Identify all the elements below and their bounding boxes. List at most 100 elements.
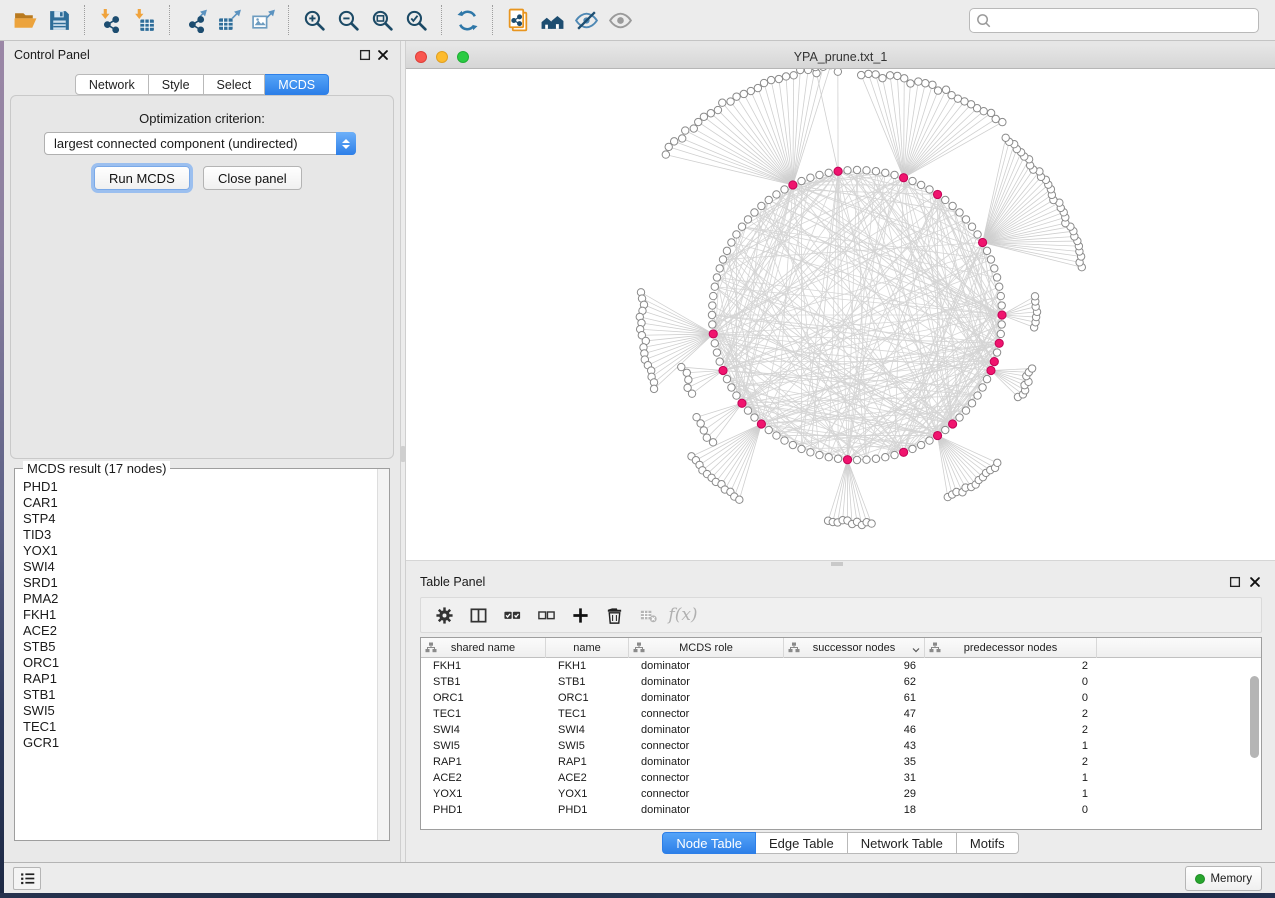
network-graph[interactable] bbox=[406, 69, 1275, 560]
save-session-icon bbox=[47, 8, 72, 33]
deselect-all-icon bbox=[537, 606, 556, 625]
column-header-shared-name[interactable]: shared name bbox=[421, 638, 546, 658]
splitter-grip[interactable] bbox=[401, 446, 405, 462]
control-panel: Control Panel NetworkStyleSelectMCDS Opt… bbox=[4, 41, 400, 862]
import-table-button[interactable] bbox=[127, 3, 161, 37]
column-header-MCDS-role[interactable]: MCDS role bbox=[629, 638, 784, 658]
select-all-button[interactable] bbox=[497, 600, 527, 630]
mcds-result-item[interactable]: PMA2 bbox=[23, 591, 376, 607]
table-row[interactable]: ACE2ACE2connector311 bbox=[421, 770, 1261, 786]
column-header-predecessor-nodes[interactable]: predecessor nodes bbox=[925, 638, 1097, 658]
hide-selected-button[interactable] bbox=[569, 3, 603, 37]
float-panel-icon[interactable] bbox=[358, 48, 372, 62]
open-file-button[interactable] bbox=[8, 3, 42, 37]
task-history-button[interactable] bbox=[13, 867, 41, 890]
tab-style[interactable]: Style bbox=[149, 74, 204, 95]
mcds-result-item[interactable]: FKH1 bbox=[23, 607, 376, 623]
mcds-result-item[interactable]: RAP1 bbox=[23, 671, 376, 687]
column-label: shared name bbox=[451, 642, 515, 654]
mcds-result-item[interactable]: YOX1 bbox=[23, 543, 376, 559]
mcds-result-item[interactable]: ACE2 bbox=[23, 623, 376, 639]
mcds-result-item[interactable]: PHD1 bbox=[23, 479, 376, 495]
mcds-result-item[interactable]: TID3 bbox=[23, 527, 376, 543]
tab-network-table[interactable]: Network Table bbox=[848, 832, 957, 854]
mcds-result-item[interactable]: ORC1 bbox=[23, 655, 376, 671]
first-neighbors-button[interactable] bbox=[535, 3, 569, 37]
tab-mcds[interactable]: MCDS bbox=[265, 74, 329, 95]
import-network-button[interactable] bbox=[93, 3, 127, 37]
cell-shared-name: ACE2 bbox=[421, 770, 546, 786]
delete-table-icon bbox=[639, 606, 658, 625]
export-table-button[interactable] bbox=[212, 3, 246, 37]
new-network-from-selection-button[interactable] bbox=[501, 3, 535, 37]
mcds-result-list[interactable]: PHD1CAR1STP4TID3YOX1SWI4SRD1PMA2FKH1ACE2… bbox=[16, 479, 376, 839]
zoom-selected-button[interactable] bbox=[399, 3, 433, 37]
cell-MCDS-role: connector bbox=[629, 786, 784, 802]
tab-node-table[interactable]: Node Table bbox=[662, 832, 756, 854]
column-header-successor-nodes[interactable]: successor nodes bbox=[784, 638, 925, 658]
table-row[interactable]: ORC1ORC1dominator610 bbox=[421, 690, 1261, 706]
table-row[interactable]: SWI5SWI5connector431 bbox=[421, 738, 1261, 754]
show-all-button[interactable] bbox=[603, 3, 637, 37]
tab-edge-table[interactable]: Edge Table bbox=[756, 832, 848, 854]
column-header-name[interactable]: name bbox=[546, 638, 629, 658]
delete-row-button[interactable] bbox=[599, 600, 629, 630]
memory-button[interactable]: Memory bbox=[1185, 866, 1262, 891]
table-row[interactable]: TEC1TEC1connector472 bbox=[421, 706, 1261, 722]
mcds-result-item[interactable]: TEC1 bbox=[23, 719, 376, 735]
mcds-result-scrollbar[interactable] bbox=[377, 469, 389, 840]
run-mcds-button[interactable]: Run MCDS bbox=[94, 166, 190, 190]
mcds-result-item[interactable]: STP4 bbox=[23, 511, 376, 527]
tab-network[interactable]: Network bbox=[75, 74, 149, 95]
zoom-fit-button[interactable] bbox=[365, 3, 399, 37]
add-row-icon bbox=[571, 606, 590, 625]
mcds-result-box: MCDS result (17 nodes) PHD1CAR1STP4TID3Y… bbox=[14, 468, 390, 841]
close-panel-button[interactable]: Close panel bbox=[203, 166, 302, 190]
column-chooser-button[interactable] bbox=[463, 600, 493, 630]
export-network-icon bbox=[183, 8, 208, 33]
float-panel-icon[interactable] bbox=[1228, 575, 1242, 589]
add-row-button[interactable] bbox=[565, 600, 595, 630]
network-view-canvas[interactable] bbox=[406, 69, 1275, 560]
table-row[interactable]: FKH1FKH1dominator962 bbox=[421, 658, 1261, 674]
refresh-icon bbox=[455, 8, 480, 33]
table-row[interactable]: RAP1RAP1dominator352 bbox=[421, 754, 1261, 770]
mcds-result-item[interactable]: CAR1 bbox=[23, 495, 376, 511]
network-window-titlebar[interactable]: YPA_prune.txt_1 bbox=[406, 45, 1275, 69]
tab-motifs[interactable]: Motifs bbox=[957, 832, 1019, 854]
save-session-button[interactable] bbox=[42, 3, 76, 37]
criterion-dropdown[interactable]: largest connected component (undirected) bbox=[44, 132, 356, 155]
mcds-result-item[interactable]: STB5 bbox=[23, 639, 376, 655]
table-scrollbar[interactable] bbox=[1250, 676, 1259, 758]
settings-button[interactable] bbox=[429, 600, 459, 630]
mcds-result-item[interactable]: GCR1 bbox=[23, 735, 376, 751]
export-network-button[interactable] bbox=[178, 3, 212, 37]
mcds-result-item[interactable]: SWI4 bbox=[23, 559, 376, 575]
cell-predecessor-nodes: 1 bbox=[925, 786, 1097, 802]
node-table[interactable]: shared name nameMCDS role successor nodes p… bbox=[420, 637, 1262, 830]
close-panel-icon[interactable] bbox=[1248, 575, 1262, 589]
close-panel-icon[interactable] bbox=[376, 48, 390, 62]
table-row[interactable]: STB1STB1dominator620 bbox=[421, 674, 1261, 690]
deselect-all-button[interactable] bbox=[531, 600, 561, 630]
new-network-from-selection-icon bbox=[506, 8, 531, 33]
table-row[interactable]: PHD1PHD1dominator180 bbox=[421, 802, 1261, 818]
zoom-in-button[interactable] bbox=[297, 3, 331, 37]
export-image-button[interactable] bbox=[246, 3, 280, 37]
import-network-icon bbox=[98, 8, 123, 33]
search-input[interactable] bbox=[969, 8, 1259, 33]
cell-shared-name: TEC1 bbox=[421, 706, 546, 722]
mcds-result-item[interactable]: SRD1 bbox=[23, 575, 376, 591]
column-label: successor nodes bbox=[813, 642, 896, 654]
zoom-out-button[interactable] bbox=[331, 3, 365, 37]
control-panel-title: Control Panel bbox=[14, 48, 90, 62]
hide-selected-icon bbox=[574, 8, 599, 33]
export-table-icon bbox=[217, 8, 242, 33]
refresh-button[interactable] bbox=[450, 3, 484, 37]
mcds-result-item[interactable]: SWI5 bbox=[23, 703, 376, 719]
tab-select[interactable]: Select bbox=[204, 74, 266, 95]
table-row[interactable]: YOX1YOX1connector291 bbox=[421, 786, 1261, 802]
table-row[interactable]: SWI4SWI4dominator462 bbox=[421, 722, 1261, 738]
optimization-criterion-label: Optimization criterion: bbox=[4, 111, 400, 126]
mcds-result-item[interactable]: STB1 bbox=[23, 687, 376, 703]
